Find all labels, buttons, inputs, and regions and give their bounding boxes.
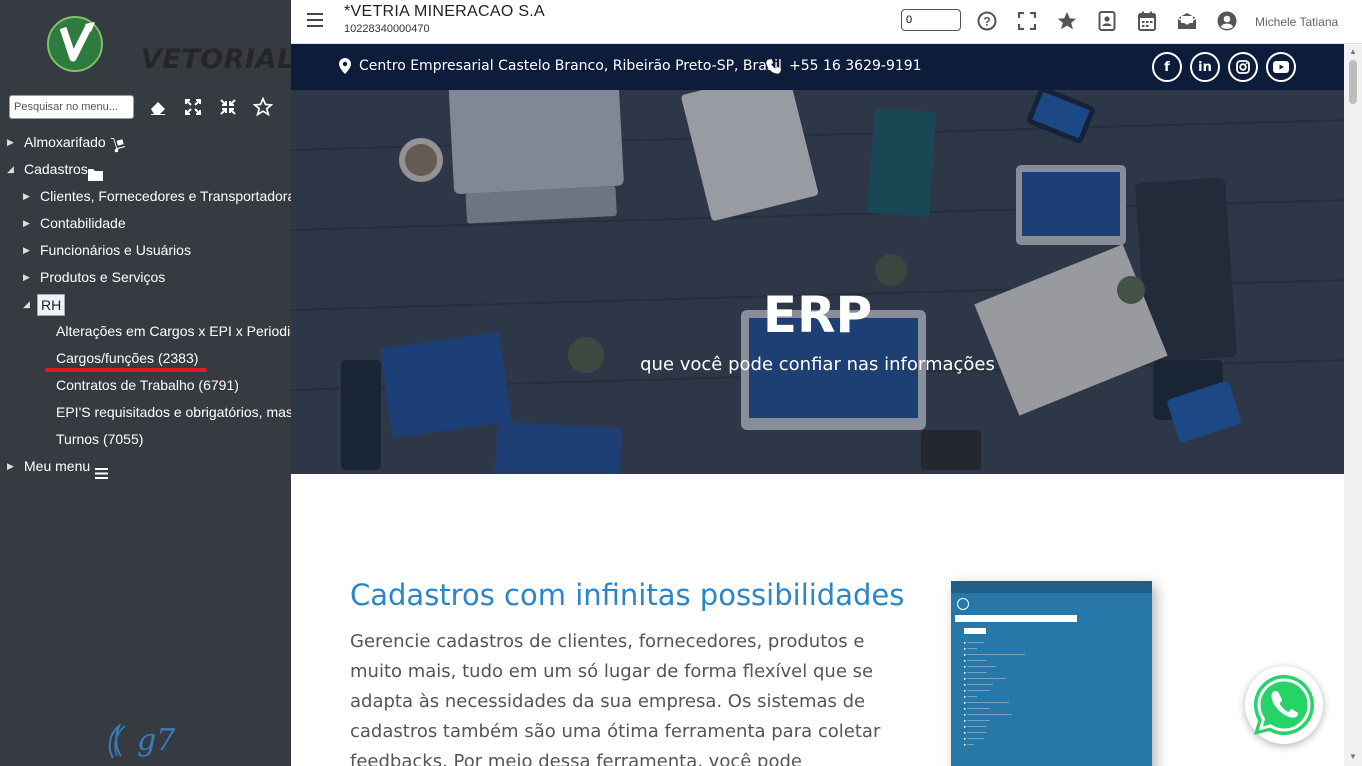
- tree-leaf-epis[interactable]: EPI'S requisitados e obrigatórios, mas: [0, 399, 291, 426]
- tree-node-label: Contabilidade: [40, 215, 126, 231]
- whatsapp-button[interactable]: [1245, 666, 1323, 744]
- caret-right-icon: ▶: [23, 191, 30, 201]
- hero-overlay: [291, 90, 1344, 474]
- tree-node-label: Turnos (7055): [56, 431, 144, 447]
- company-name: *VETRIA MINERACAO S.A: [344, 3, 546, 20]
- tree-node-clientes[interactable]: ▶ Clientes, Fornecedores e Transportador…: [0, 183, 291, 210]
- help-icon[interactable]: ?: [975, 9, 999, 33]
- facebook-icon[interactable]: f: [1152, 52, 1182, 82]
- caret-right-icon: ▶: [7, 461, 14, 471]
- hero-subtitle: que você pode confiar nas informações: [640, 354, 995, 375]
- tree-node-funcionarios[interactable]: ▶ Funcionários e Usuários: [0, 237, 291, 264]
- caret-right-icon: ▶: [23, 245, 30, 255]
- tree-node-label: Alterações em Cargos x EPI x Periodic: [56, 323, 291, 339]
- system-screenshot-preview: ▸ ───── ▸ ─── ▸ ────────────────── ▸ ─────…: [951, 581, 1152, 766]
- caret-right-icon: ▶: [23, 218, 30, 228]
- g7-logo: g7: [105, 720, 175, 760]
- scroll-up-arrow-icon[interactable]: ▲: [1349, 47, 1357, 56]
- username-label[interactable]: Michele Tatiana: [1255, 15, 1338, 29]
- phone-icon: [766, 58, 781, 74]
- tree-leaf-contratos[interactable]: Contratos de Trabalho (6791): [0, 372, 291, 399]
- vetorial-logo[interactable]: VETORIAL: [45, 14, 291, 75]
- tree-node-label: Produtos e Serviços: [40, 269, 166, 285]
- tree-node-meu-menu[interactable]: ▶ Meu menu: [0, 453, 291, 480]
- vetorial-logo-mark-icon: [47, 16, 103, 72]
- caret-down-icon: ◢: [7, 164, 14, 174]
- youtube-icon[interactable]: [1266, 52, 1296, 82]
- expand-all-icon[interactable]: [182, 96, 204, 118]
- collapse-all-icon[interactable]: [217, 96, 239, 118]
- tree-node-label: Almoxarifado: [24, 134, 106, 150]
- tree-leaf-alteracoes[interactable]: Alterações em Cargos x EPI x Periodic: [0, 318, 291, 345]
- page-scrollbar[interactable]: ▲ ▼: [1344, 44, 1362, 766]
- mail-bulk-icon[interactable]: [1175, 9, 1199, 33]
- caret-down-icon: ◢: [23, 299, 30, 309]
- red-annotation-underline: [45, 368, 207, 372]
- top-bar: *VETRIA MINERACAO S.A 10228340000470 ? M…: [291, 0, 1362, 44]
- scrollbar-thumb[interactable]: [1349, 60, 1357, 104]
- tree-node-label: EPI'S requisitados e obrigatórios, mas: [56, 404, 291, 420]
- g7-logo-text: g7: [137, 722, 176, 758]
- star-icon[interactable]: [1055, 9, 1079, 33]
- tree-leaf-turnos[interactable]: Turnos (7055): [0, 426, 291, 453]
- tree-node-label: Contratos de Trabalho (6791): [56, 377, 239, 393]
- hamburger-icon[interactable]: [307, 13, 323, 27]
- fullscreen-icon[interactable]: [1015, 9, 1039, 33]
- linkedin-icon[interactable]: in: [1190, 52, 1220, 82]
- tree-node-cadastros[interactable]: ◢ Cadastros: [0, 156, 291, 183]
- logo-wordmark: VETORIAL: [141, 44, 291, 75]
- tree-node-produtos[interactable]: ▶ Produtos e Serviços: [0, 264, 291, 291]
- section-body: Gerencie cadastros de clientes, forneced…: [350, 631, 881, 766]
- tree-node-label: Meu menu: [24, 458, 91, 474]
- tree-node-contabilidade[interactable]: ▶ Contabilidade: [0, 210, 291, 237]
- tree-node-label-selected: RH: [37, 294, 66, 316]
- g7-logo-mark-icon: [108, 722, 126, 759]
- address-text: Centro Empresarial Castelo Branco, Ribei…: [359, 58, 782, 74]
- menu-search-input[interactable]: [9, 95, 134, 119]
- company-cnpj: 10228340000470: [344, 23, 430, 35]
- hero-banner: ERP que você pode confiar nas informaçõe…: [291, 90, 1344, 474]
- instagram-icon[interactable]: [1228, 52, 1258, 82]
- counter-input[interactable]: [901, 9, 961, 31]
- whatsapp-icon: [1254, 675, 1314, 735]
- tree-node-rh[interactable]: ◢ RH: [0, 291, 291, 318]
- sidebar: VETORIAL ▶ Almoxarifado: [0, 0, 291, 766]
- tree-node-label: Clientes, Fornecedores e Transportadora: [40, 188, 291, 204]
- star-outline-icon[interactable]: [252, 96, 274, 118]
- calendar-icon[interactable]: [1135, 9, 1159, 33]
- phone-text: +55 16 3629-9191: [789, 58, 922, 74]
- caret-right-icon: ▶: [7, 137, 14, 147]
- address-info: Centro Empresarial Castelo Branco, Ribei…: [339, 58, 782, 74]
- bars-icon: [95, 461, 108, 488]
- tree-node-label: Funcionários e Usuários: [40, 242, 191, 258]
- section-title: Cadastros com infinitas possibilidades: [350, 578, 905, 612]
- scroll-down-arrow-icon[interactable]: ▼: [1349, 752, 1357, 761]
- tree-node-almoxarifado[interactable]: ▶ Almoxarifado: [0, 129, 291, 156]
- eraser-icon[interactable]: [147, 96, 169, 118]
- phone-info[interactable]: +55 16 3629-9191: [766, 58, 922, 74]
- svg-text:?: ?: [983, 15, 990, 29]
- map-pin-icon: [339, 58, 351, 74]
- embedded-site: Centro Empresarial Castelo Branco, Ribei…: [291, 44, 1344, 766]
- user-avatar-icon[interactable]: [1215, 9, 1239, 33]
- menu-tree: ▶ Almoxarifado ◢ Cadastros ▶ Clientes, F…: [0, 129, 291, 480]
- caret-right-icon: ▶: [23, 272, 30, 282]
- contact-card-icon[interactable]: [1095, 9, 1119, 33]
- tree-node-label: Cadastros: [24, 161, 88, 177]
- hero-title: ERP: [762, 286, 873, 344]
- contact-info-bar: Centro Empresarial Castelo Branco, Ribei…: [291, 44, 1344, 90]
